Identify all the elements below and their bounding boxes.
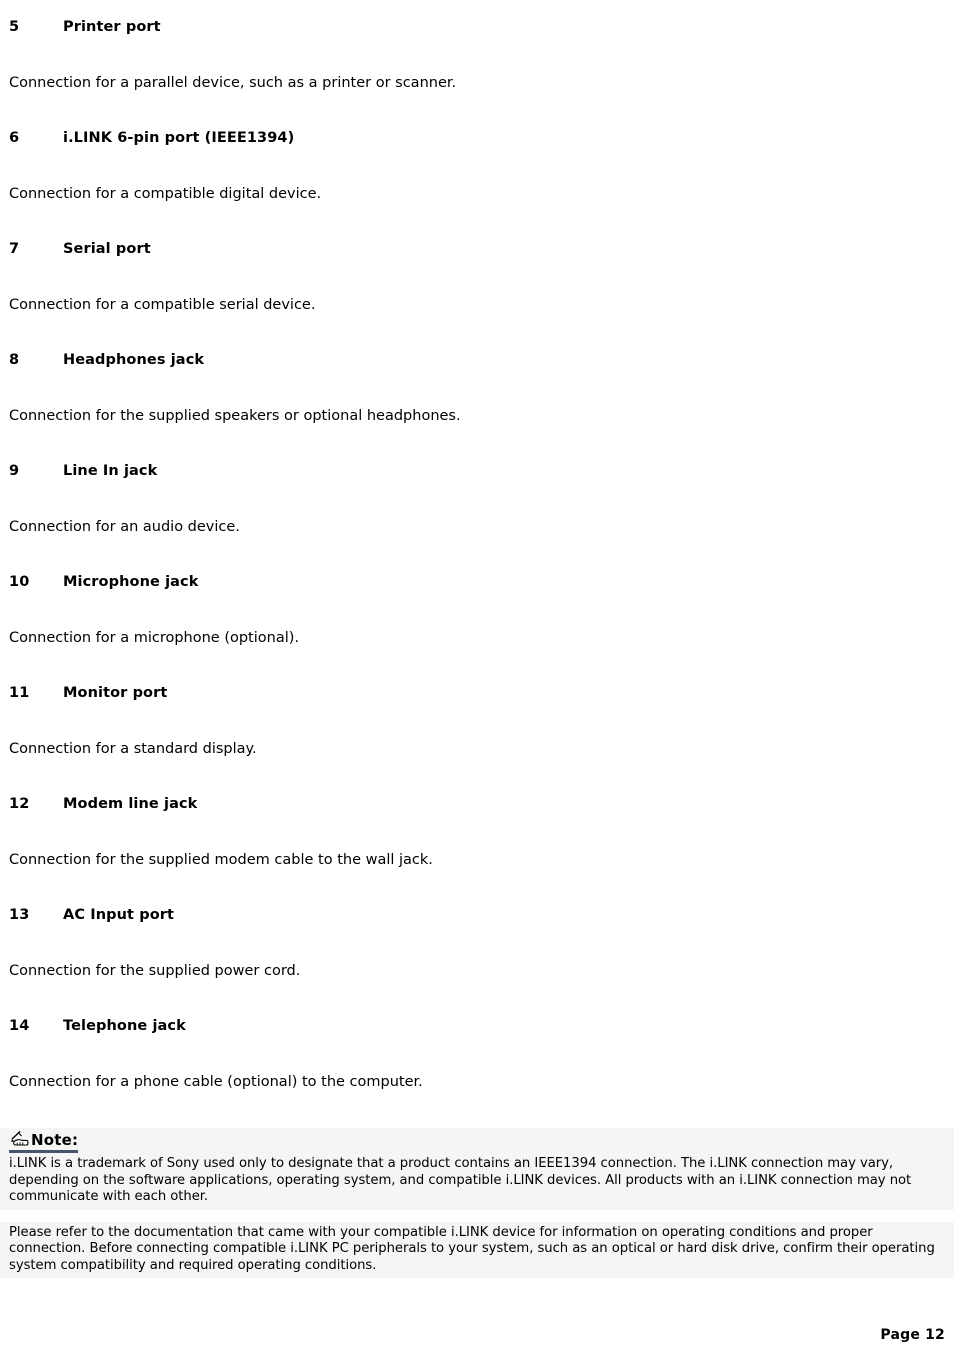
writing-hand-pen-icon xyxy=(9,1130,31,1148)
port-entry-number: 7 xyxy=(9,241,20,257)
port-entry: 14 Telephone jack Connection for a phone… xyxy=(9,1017,945,1091)
port-entry: 8 Headphones jack Connection for the sup… xyxy=(9,351,945,425)
note-paragraph-gap xyxy=(0,1209,954,1222)
document-content: 5 Printer port Connection for a parallel… xyxy=(0,0,954,1278)
port-entry: 11 Monitor port Connection for a standar… xyxy=(9,684,945,758)
port-entry-label: Headphones jack xyxy=(63,352,205,368)
port-entry-label: i.LINK 6-pin port (IEEE1394) xyxy=(63,130,295,146)
port-entry: 6 i.LINK 6-pin port (IEEE1394) Connectio… xyxy=(9,129,945,203)
port-entry-number: 6 xyxy=(9,130,20,146)
port-entry-label: Telephone jack xyxy=(63,1018,186,1034)
port-entry-label: Monitor port xyxy=(63,685,168,701)
port-entry-description: Connection for the supplied power cord. xyxy=(9,963,301,979)
port-entry-label: Microphone jack xyxy=(63,574,199,590)
note-title: Note: xyxy=(31,1131,79,1149)
port-entry-heading: 9 Line In jack xyxy=(9,462,945,480)
port-entry-heading: 5 Printer port xyxy=(9,18,945,36)
port-entry-label: Modem line jack xyxy=(63,796,198,812)
note-paragraph: i.LINK is a trademark of Sony used only … xyxy=(0,1153,954,1210)
port-entry-description: Connection for the supplied modem cable … xyxy=(9,852,433,868)
port-entry-description: Connection for a microphone (optional). xyxy=(9,630,300,646)
port-entry-heading: 14 Telephone jack xyxy=(9,1017,945,1035)
port-entry-heading: 8 Headphones jack xyxy=(9,351,945,369)
port-entry-number: 14 xyxy=(9,1018,30,1034)
port-entry-description: Connection for the supplied speakers or … xyxy=(9,408,461,424)
note-callout: Note: i.LINK is a trademark of Sony used… xyxy=(0,1128,954,1278)
port-entry-description: Connection for a standard display. xyxy=(9,741,257,757)
note-header: Note: xyxy=(0,1128,954,1153)
port-entry-description: Connection for a compatible serial devic… xyxy=(9,297,316,313)
port-entry-number: 11 xyxy=(9,685,30,701)
port-entry: 7 Serial port Connection for a compatibl… xyxy=(9,240,945,314)
port-entry-description: Connection for an audio device. xyxy=(9,519,240,535)
port-entry-heading: 13 AC Input port xyxy=(9,906,945,924)
port-entry-heading: 12 Modem line jack xyxy=(9,795,945,813)
port-entry-number: 13 xyxy=(9,907,30,923)
port-entry-description: Connection for a compatible digital devi… xyxy=(9,186,322,202)
document-page: 5 Printer port Connection for a parallel… xyxy=(0,0,954,1351)
port-entry-label: Serial port xyxy=(63,241,151,257)
port-entry-number: 12 xyxy=(9,796,30,812)
port-entry-description: Connection for a parallel device, such a… xyxy=(9,75,457,91)
port-entry-heading: 7 Serial port xyxy=(9,240,945,258)
note-header-inner: Note: xyxy=(9,1130,79,1153)
port-entry-number: 9 xyxy=(9,463,20,479)
port-entry-number: 8 xyxy=(9,352,20,368)
port-entry-heading: 10 Microphone jack xyxy=(9,573,945,591)
port-entry-number: 5 xyxy=(9,19,20,35)
port-entry-label: Printer port xyxy=(63,19,161,35)
port-entry-description: Connection for a phone cable (optional) … xyxy=(9,1074,423,1090)
port-entry-label: Line In jack xyxy=(63,463,158,479)
port-entry-label: AC Input port xyxy=(63,907,175,923)
port-entry: 9 Line In jack Connection for an audio d… xyxy=(9,462,945,536)
port-entry: 13 AC Input port Connection for the supp… xyxy=(9,906,945,980)
note-paragraph: Please refer to the documentation that c… xyxy=(0,1221,954,1278)
port-entry-heading: 6 i.LINK 6-pin port (IEEE1394) xyxy=(9,129,945,147)
page-number-footer: Page 12 xyxy=(880,1327,945,1343)
port-entry-number: 10 xyxy=(9,574,30,590)
port-entry: 10 Microphone jack Connection for a micr… xyxy=(9,573,945,647)
port-entry-heading: 11 Monitor port xyxy=(9,684,945,702)
port-entry: 5 Printer port Connection for a parallel… xyxy=(9,18,945,92)
port-entry: 12 Modem line jack Connection for the su… xyxy=(9,795,945,869)
